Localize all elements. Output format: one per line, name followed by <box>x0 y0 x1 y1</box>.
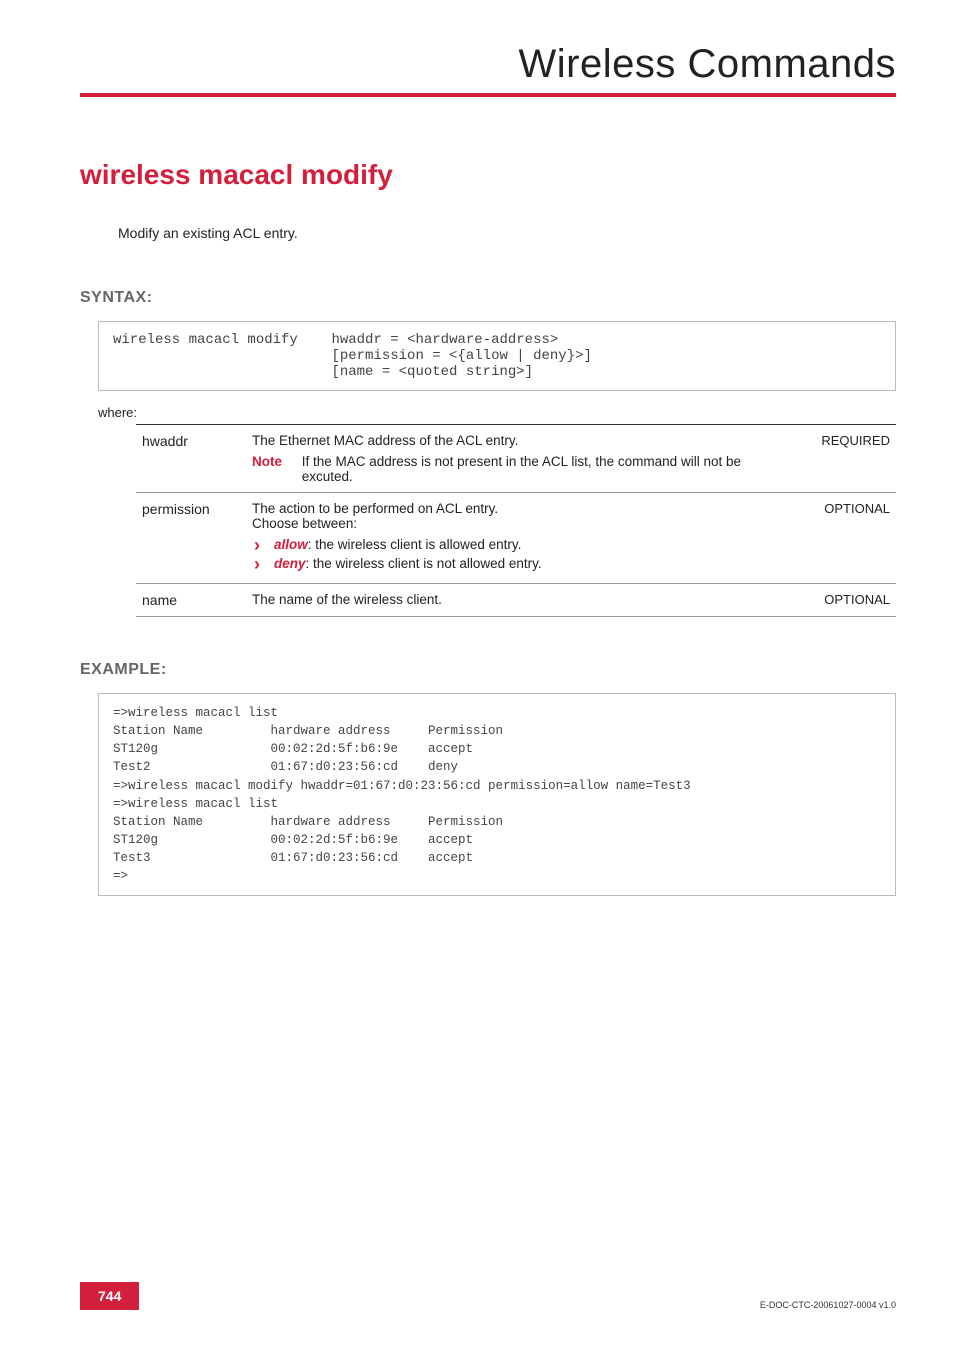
param-req: OPTIONAL <box>796 584 896 617</box>
syntax-arg: [permission = <{allow | deny}>] <box>331 348 591 364</box>
example-line: Test3 01:67:d0:23:56:cd accept <box>113 851 473 865</box>
example-box: =>wireless macacl list Station Name hard… <box>98 693 896 896</box>
example-line: =>wireless macacl modify hwaddr=01:67:d0… <box>113 779 691 793</box>
example-line: ST120g 00:02:2d:5f:b6:9e accept <box>113 833 473 847</box>
list-item: deny: the wireless client is not allowed… <box>252 556 790 571</box>
command-title: wireless macacl modify <box>80 159 896 191</box>
syntax-arg: hwaddr = <hardware-address> <box>331 332 558 348</box>
option-text: : the wireless client is allowed entry. <box>308 537 522 552</box>
list-item: allow: the wireless client is allowed en… <box>252 537 790 552</box>
param-name: permission <box>136 493 246 584</box>
table-row: permission The action to be performed on… <box>136 493 896 584</box>
doc-id: E-DOC-CTC-20061027-0004 v1.0 <box>760 1300 896 1310</box>
note-text: If the MAC address is not present in the… <box>302 454 788 484</box>
param-name: hwaddr <box>136 425 246 493</box>
param-desc: The name of the wireless client. <box>246 584 796 617</box>
param-desc-text: Choose between: <box>252 516 790 531</box>
page-number-badge: 744 <box>80 1282 139 1310</box>
example-line: Test2 01:67:d0:23:56:cd deny <box>113 760 458 774</box>
table-row: hwaddr The Ethernet MAC address of the A… <box>136 425 896 493</box>
example-heading: EXAMPLE: <box>80 661 896 679</box>
page-category: Wireless Commands <box>80 42 896 87</box>
table-row: name The name of the wireless client. OP… <box>136 584 896 617</box>
note-label: Note <box>252 454 298 469</box>
param-desc: The action to be performed on ACL entry.… <box>246 493 796 584</box>
example-line: => <box>113 869 128 883</box>
option-text: : the wireless client is not allowed ent… <box>306 556 542 571</box>
syntax-box: wireless macacl modify hwaddr = <hardwar… <box>98 321 896 391</box>
param-desc-text: The Ethernet MAC address of the ACL entr… <box>252 433 790 448</box>
syntax-command: wireless macacl modify <box>113 332 298 348</box>
where-label: where: <box>98 405 896 420</box>
param-name: name <box>136 584 246 617</box>
footer: 744 E-DOC-CTC-20061027-0004 v1.0 <box>80 1282 896 1310</box>
example-line: ST120g 00:02:2d:5f:b6:9e accept <box>113 742 473 756</box>
param-desc-text: The action to be performed on ACL entry. <box>252 501 790 516</box>
param-table: hwaddr The Ethernet MAC address of the A… <box>136 424 896 617</box>
header-rule <box>80 93 896 97</box>
option-key: allow <box>274 537 308 552</box>
param-req: REQUIRED <box>796 425 896 493</box>
param-desc: The Ethernet MAC address of the ACL entr… <box>246 425 796 493</box>
command-intro: Modify an existing ACL entry. <box>118 225 896 241</box>
example-line: =>wireless macacl list <box>113 797 278 811</box>
option-key: deny <box>274 556 306 571</box>
param-req: OPTIONAL <box>796 493 896 584</box>
syntax-arg: [name = <quoted string>] <box>331 364 533 380</box>
syntax-heading: SYNTAX: <box>80 289 896 307</box>
example-line: =>wireless macacl list <box>113 706 278 720</box>
example-line: Station Name hardware address Permission <box>113 724 503 738</box>
example-line: Station Name hardware address Permission <box>113 815 503 829</box>
